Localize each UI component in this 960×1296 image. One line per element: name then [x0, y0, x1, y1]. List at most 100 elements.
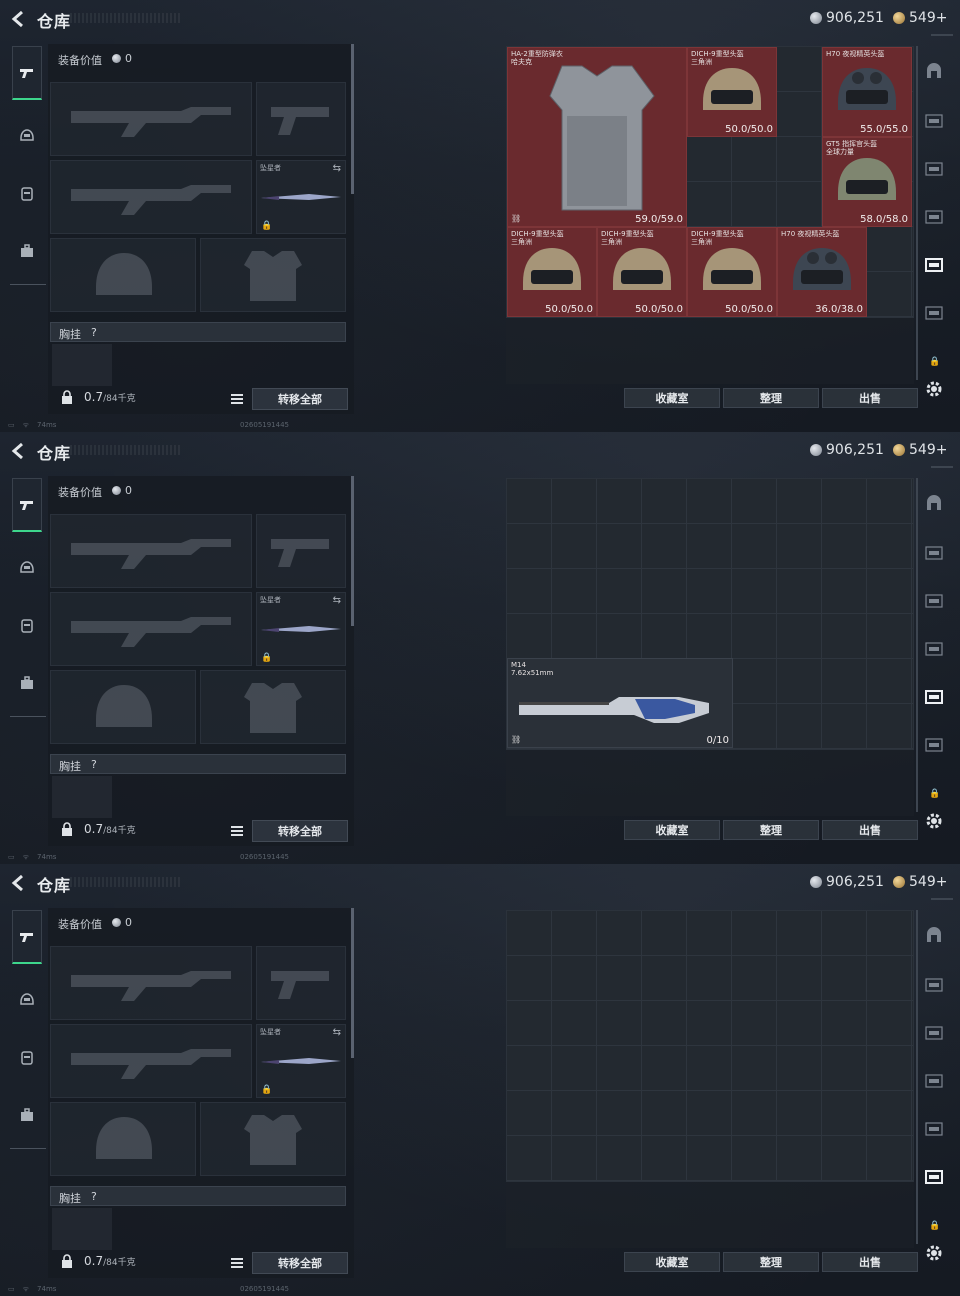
stash-page-icon — [925, 210, 943, 224]
primary-weapon-slot[interactable] — [50, 514, 252, 588]
sell-button[interactable]: 出售 — [822, 1252, 918, 1272]
list-view-button[interactable] — [228, 390, 246, 408]
tab-gear[interactable] — [12, 108, 42, 162]
chest-rig-slot[interactable] — [52, 1208, 112, 1250]
stash-page-tab-1[interactable] — [922, 60, 946, 82]
tab-weapons[interactable] — [12, 910, 42, 964]
stash-page-icon — [925, 1026, 943, 1040]
stash-page-tab-4[interactable] — [922, 1070, 946, 1092]
melee-slot[interactable]: 坠星者 ⇆ 🔒 — [256, 1024, 346, 1098]
equipment-value: 0 — [112, 52, 132, 65]
sort-button[interactable]: 整理 — [723, 820, 819, 840]
primary-weapon-slot[interactable] — [50, 82, 252, 156]
sell-button[interactable]: 出售 — [822, 388, 918, 408]
armor-slot[interactable] — [200, 238, 346, 312]
stash-page-tab-6[interactable] — [922, 1166, 946, 1188]
pistol-slot[interactable] — [256, 514, 346, 588]
melee-slot[interactable]: 坠星者 ⇆ 🔒 — [256, 592, 346, 666]
stash-page-tab-1[interactable] — [922, 492, 946, 514]
gold-currency[interactable]: 549+ — [893, 10, 947, 26]
help-icon[interactable]: ? — [91, 758, 97, 771]
tab-backpack[interactable] — [12, 166, 42, 220]
tab-briefcase[interactable] — [12, 224, 42, 278]
stash-item[interactable]: DICH-9重型头盔 三角洲 50.0/50.0 — [687, 47, 777, 137]
swap-icon[interactable]: ⇆ — [333, 595, 341, 606]
tab-backpack[interactable] — [12, 1030, 42, 1084]
stash-page-tab-2[interactable] — [922, 974, 946, 996]
melee-slot[interactable]: 坠星者 ⇆ 🔒 — [256, 160, 346, 234]
sort-button[interactable]: 整理 — [723, 388, 819, 408]
helmet-slot[interactable] — [50, 238, 196, 312]
stash-page-tab-5[interactable] — [922, 254, 946, 276]
stash-item[interactable]: H70 夜视精英头盔 36.0/38.0 — [777, 227, 867, 317]
stash-page-tab-2[interactable] — [922, 110, 946, 132]
back-arrow-icon[interactable] — [10, 442, 28, 460]
loadout-scrollbar[interactable] — [351, 908, 354, 1058]
stash-page-tab-4[interactable] — [922, 638, 946, 660]
helmet-slot[interactable] — [50, 1102, 196, 1176]
help-icon[interactable]: ? — [91, 1190, 97, 1203]
help-icon[interactable]: ? — [91, 326, 97, 339]
tab-backpack[interactable] — [12, 598, 42, 652]
stash-item[interactable]: HA-2重型防弹衣 哈夫克 59.0/59.0 ⛓ — [507, 47, 687, 227]
gear-icon[interactable] — [924, 811, 944, 831]
list-view-button[interactable] — [228, 822, 246, 840]
tab-briefcase[interactable] — [12, 1088, 42, 1142]
stash-scrollbar[interactable] — [916, 46, 918, 380]
primary-weapon-slot[interactable] — [50, 946, 252, 1020]
armor-slot[interactable] — [200, 1102, 346, 1176]
stash-item[interactable]: M14 7.62x51mm 0/10 ⛓ — [507, 658, 733, 748]
tab-gear[interactable] — [12, 972, 42, 1026]
gear-icon[interactable] — [924, 379, 944, 399]
chest-rig-slot[interactable] — [52, 776, 112, 818]
stash-grid[interactable] — [506, 910, 914, 1182]
gold-currency[interactable]: 549+ — [893, 874, 947, 890]
stash-page-tab-6[interactable] — [922, 302, 946, 324]
gold-currency[interactable]: 549+ — [893, 442, 947, 458]
transfer-all-button[interactable]: 转移全部 — [252, 1252, 348, 1274]
tab-gear[interactable] — [12, 540, 42, 594]
swap-icon[interactable]: ⇆ — [333, 1027, 341, 1038]
pistol-slot[interactable] — [256, 82, 346, 156]
collection-button[interactable]: 收藏室 — [624, 388, 720, 408]
gear-icon[interactable] — [924, 1243, 944, 1263]
collection-button[interactable]: 收藏室 — [624, 1252, 720, 1272]
secondary-weapon-slot[interactable] — [50, 160, 252, 234]
helmet-slot[interactable] — [50, 670, 196, 744]
collection-button[interactable]: 收藏室 — [624, 820, 720, 840]
back-arrow-icon[interactable] — [10, 874, 28, 892]
stash-item[interactable]: H70 夜视精英头盔 55.0/55.0 — [822, 47, 912, 137]
stash-page-tab-3[interactable] — [922, 1022, 946, 1044]
stash-page-tab-3[interactable] — [922, 590, 946, 612]
stash-item[interactable]: GT5 指挥官头盔 全球力量 58.0/58.0 — [822, 137, 912, 227]
loadout-scrollbar[interactable] — [351, 44, 354, 194]
stash-item[interactable]: DICH-9重型头盔 三角洲 50.0/50.0 — [507, 227, 597, 317]
transfer-all-button[interactable]: 转移全部 — [252, 388, 348, 410]
transfer-all-button[interactable]: 转移全部 — [252, 820, 348, 842]
stash-page-tab-1[interactable] — [922, 924, 946, 946]
secondary-weapon-slot[interactable] — [50, 1024, 252, 1098]
chest-rig-slot[interactable] — [52, 344, 112, 386]
stash-page-tab-5[interactable] — [922, 1118, 946, 1140]
stash-item[interactable]: DICH-9重型头盔 三角洲 50.0/50.0 — [687, 227, 777, 317]
stash-page-tab-3[interactable] — [922, 158, 946, 180]
tab-briefcase[interactable] — [12, 656, 42, 710]
armor-slot[interactable] — [200, 670, 346, 744]
stash-page-tab-2[interactable] — [922, 542, 946, 564]
secondary-weapon-slot[interactable] — [50, 592, 252, 666]
tab-weapons[interactable] — [12, 478, 42, 532]
list-view-button[interactable] — [228, 1254, 246, 1272]
loadout-scrollbar[interactable] — [351, 476, 354, 626]
stash-page-tab-5[interactable] — [922, 686, 946, 708]
sort-button[interactable]: 整理 — [723, 1252, 819, 1272]
back-arrow-icon[interactable] — [10, 10, 28, 28]
sell-button[interactable]: 出售 — [822, 820, 918, 840]
tab-weapons[interactable] — [12, 46, 42, 100]
stash-page-tab-4[interactable] — [922, 206, 946, 228]
stash-scrollbar[interactable] — [916, 478, 918, 812]
stash-page-tab-6[interactable] — [922, 734, 946, 756]
stash-item[interactable]: DICH-9重型头盔 三角洲 50.0/50.0 — [597, 227, 687, 317]
stash-scrollbar[interactable] — [916, 910, 918, 1244]
pistol-slot[interactable] — [256, 946, 346, 1020]
swap-icon[interactable]: ⇆ — [333, 163, 341, 174]
